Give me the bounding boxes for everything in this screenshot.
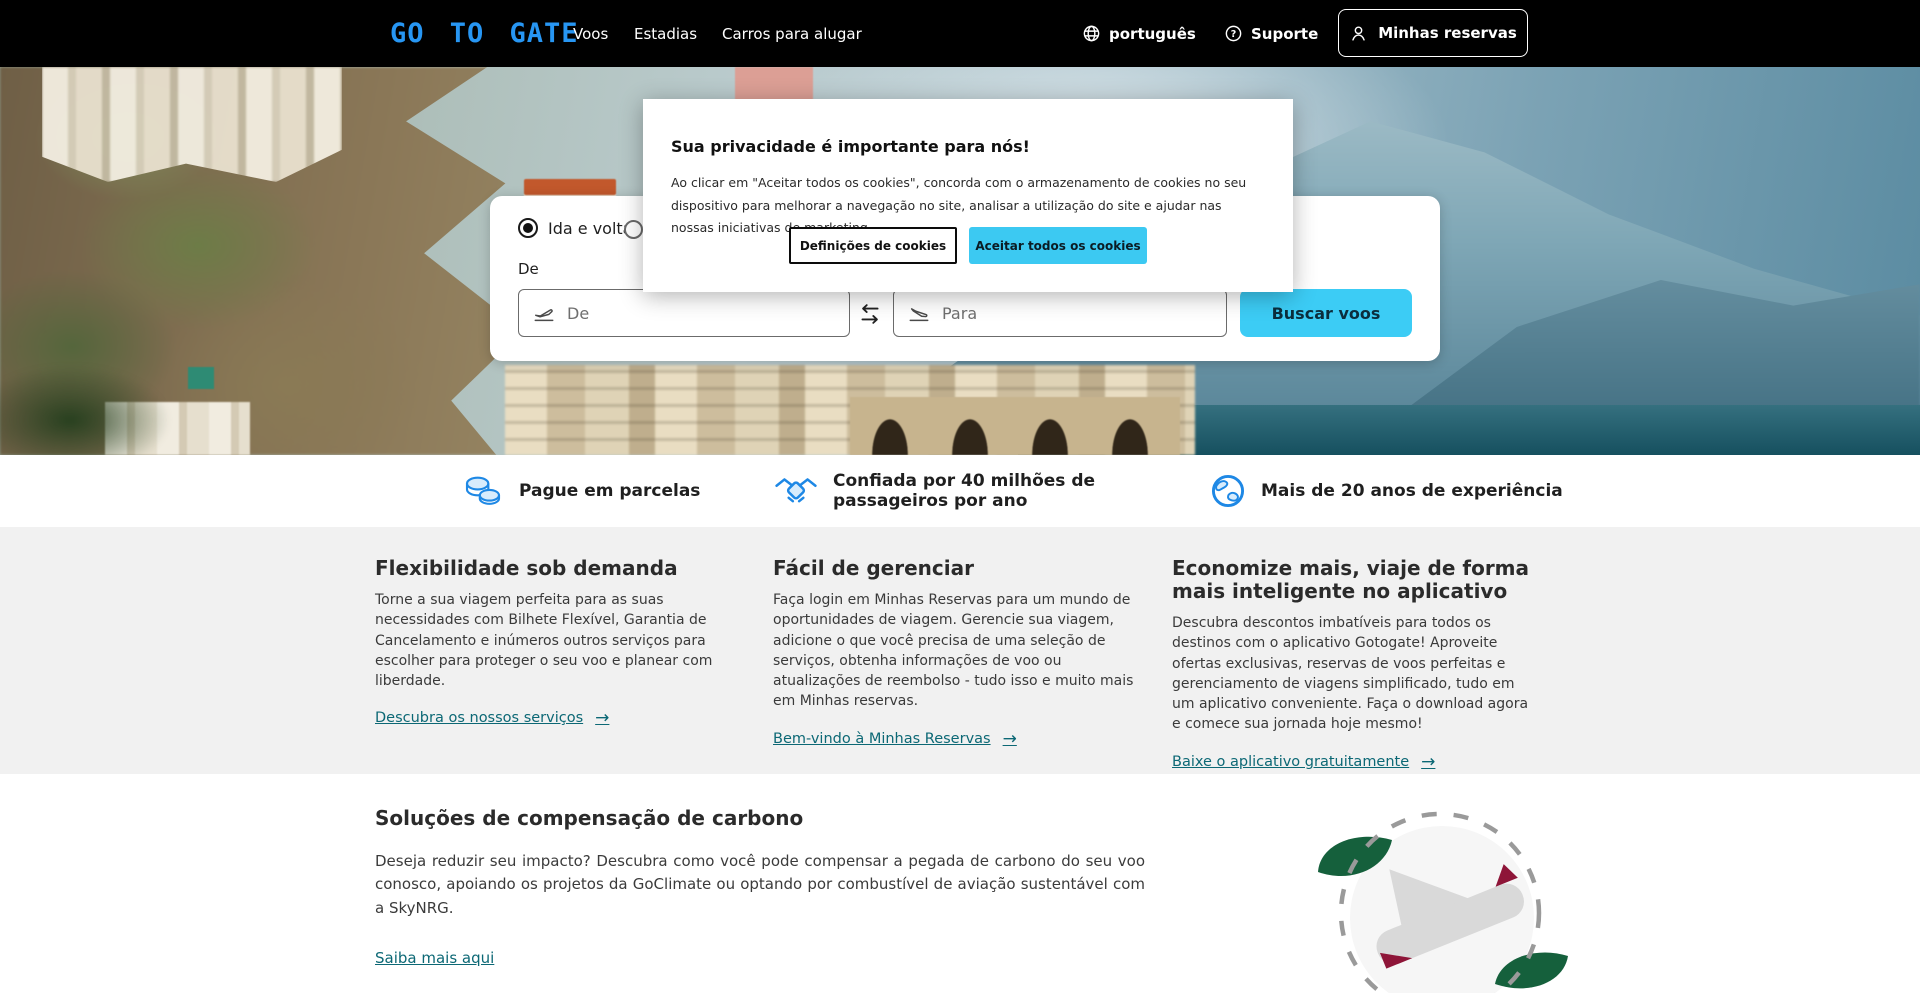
cookie-dialog-title: Sua privacidade é importante para nós! <box>671 137 1265 156</box>
cookie-settings-button[interactable]: Definições de cookies <box>789 227 957 264</box>
handshake-icon <box>775 476 817 506</box>
carbon-body: Deseja reduzir seu impacto? Descubra com… <box>375 850 1145 920</box>
destination-text-field[interactable] <box>942 304 1212 323</box>
feature-highlights-row: Pague em parcelas Confiada por 40 milhõe… <box>0 455 1920 527</box>
destination-input[interactable] <box>893 289 1227 337</box>
origin-input[interactable] <box>518 289 850 337</box>
link-label: Baixe o aplicativo gratuitamente <box>1172 754 1409 770</box>
language-label: português <box>1109 25 1196 43</box>
column-app: Economize mais, viaje de forma mais inte… <box>1172 557 1538 772</box>
feature-installments: Pague em parcelas <box>463 455 700 527</box>
hero-shrub <box>0 365 170 455</box>
search-flights-button[interactable]: Buscar voos <box>1240 289 1412 337</box>
column-flexibility: Flexibilidade sob demanda Torne a sua vi… <box>375 557 741 728</box>
info-columns-section: Flexibilidade sob demanda Torne a sua vi… <box>0 527 1920 774</box>
gotogate-logo[interactable]: GO TO GATE <box>390 0 579 67</box>
svg-text:?: ? <box>1231 29 1237 40</box>
from-field-label: De <box>518 260 539 278</box>
arrow-right-icon: → <box>595 708 609 728</box>
link-label: Descubra os nossos serviços <box>375 710 583 726</box>
carbon-offset-section: Soluções de compensação de carbono Desej… <box>375 774 1145 967</box>
my-bookings-welcome-link[interactable]: Bem-vindo à Minhas Reservas → <box>773 729 1017 749</box>
feature-label: Mais de 20 anos de experiência <box>1261 481 1563 501</box>
nav-item-estadias[interactable]: Estadias <box>634 0 697 67</box>
support-link[interactable]: ? Suporte <box>1224 0 1318 67</box>
learn-more-link[interactable]: Saiba mais aqui <box>375 949 494 967</box>
person-icon <box>1349 24 1368 43</box>
nav-item-voos[interactable]: Voos <box>573 0 608 67</box>
my-bookings-label: Minhas reservas <box>1378 24 1517 42</box>
arrow-right-icon: → <box>1421 752 1435 772</box>
globe-icon <box>1211 474 1245 508</box>
trip-type-one-way-radio[interactable] <box>624 220 643 239</box>
my-bookings-button[interactable]: Minhas reservas <box>1338 9 1528 57</box>
trip-type-round-trip[interactable]: Ida e volta <box>518 218 632 238</box>
trip-type-label: Ida e volta <box>548 219 632 238</box>
radio-selected-icon <box>518 218 538 238</box>
column-title: Flexibilidade sob demanda <box>375 557 741 580</box>
globe-icon <box>1082 24 1101 43</box>
column-easy-manage: Fácil de gerenciar Faça login em Minhas … <box>773 557 1139 749</box>
cookie-consent-dialog: Sua privacidade é importante para nós! A… <box>643 99 1293 292</box>
origin-text-field[interactable] <box>567 304 835 323</box>
nav-item-carros-para-alugar[interactable]: Carros para alugar <box>722 0 862 67</box>
link-label: Bem-vindo à Minhas Reservas <box>773 731 991 747</box>
coins-icon <box>463 475 503 507</box>
feature-experience: Mais de 20 anos de experiência <box>1211 455 1563 527</box>
help-icon: ? <box>1224 24 1243 43</box>
support-label: Suporte <box>1251 25 1318 43</box>
carbon-title: Soluções de compensação de carbono <box>375 806 1145 830</box>
column-title: Fácil de gerenciar <box>773 557 1139 580</box>
carbon-illustration <box>1290 810 1590 997</box>
arrow-right-icon: → <box>1003 729 1017 749</box>
discover-services-link[interactable]: Descubra os nossos serviços → <box>375 708 609 728</box>
hero-village-top <box>42 67 342 182</box>
column-body: Descubra descontos imbatíveis para todos… <box>1172 613 1538 735</box>
hero-orange-roof <box>524 179 616 195</box>
feature-trusted: Confiada por 40 milhões de passageiros p… <box>775 455 1145 527</box>
feature-label: Confiada por 40 milhões de passageiros p… <box>833 471 1145 512</box>
column-body: Faça login em Minhas Reservas para um mu… <box>773 590 1139 712</box>
hero-viaduct-arches <box>850 397 1180 455</box>
column-title: Economize mais, viaje de forma mais inte… <box>1172 557 1538 603</box>
accept-all-cookies-button[interactable]: Aceitar todos os cookies <box>969 227 1147 264</box>
plane-takeoff-icon <box>533 302 555 324</box>
language-selector[interactable]: português <box>1082 0 1196 67</box>
top-navigation-bar: GO TO GATE Voos Estadias Carros para alu… <box>0 0 1920 67</box>
download-app-link[interactable]: Baixe o aplicativo gratuitamente → <box>1172 752 1435 772</box>
feature-label: Pague em parcelas <box>519 481 700 501</box>
hero-green-kiosk <box>188 367 214 389</box>
link-label: Saiba mais aqui <box>375 949 494 967</box>
swap-origin-destination-icon[interactable] <box>853 297 887 331</box>
column-body: Torne a sua viagem perfeita para as suas… <box>375 590 741 691</box>
plane-landing-icon <box>908 302 930 324</box>
cookie-dialog-buttons: Definições de cookies Aceitar todos os c… <box>643 227 1293 264</box>
